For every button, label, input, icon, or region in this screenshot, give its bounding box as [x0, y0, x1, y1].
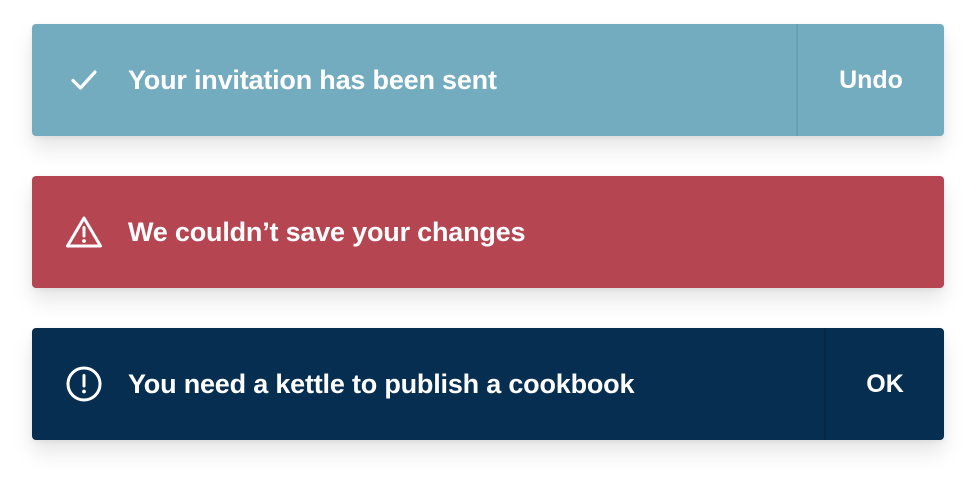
toast-body: We couldn’t save your changes	[32, 176, 944, 288]
toast-info: You need a kettle to publish a cookbook …	[32, 328, 944, 440]
undo-button[interactable]: Undo	[796, 24, 944, 136]
ok-button[interactable]: OK	[824, 328, 944, 440]
toast-success: Your invitation has been sent Undo	[32, 24, 944, 136]
check-icon	[64, 60, 104, 100]
toast-message: Your invitation has been sent	[128, 64, 497, 95]
exclamation-circle-icon	[64, 364, 104, 404]
toast-body: Your invitation has been sent	[32, 24, 796, 136]
toast-error: We couldn’t save your changes	[32, 176, 944, 288]
toast-message: We couldn’t save your changes	[128, 216, 526, 247]
warning-triangle-icon	[64, 212, 104, 252]
toast-message: You need a kettle to publish a cookbook	[128, 368, 635, 399]
toast-body: You need a kettle to publish a cookbook	[32, 328, 824, 440]
toast-stack: Your invitation has been sent Undo We co…	[0, 0, 976, 480]
